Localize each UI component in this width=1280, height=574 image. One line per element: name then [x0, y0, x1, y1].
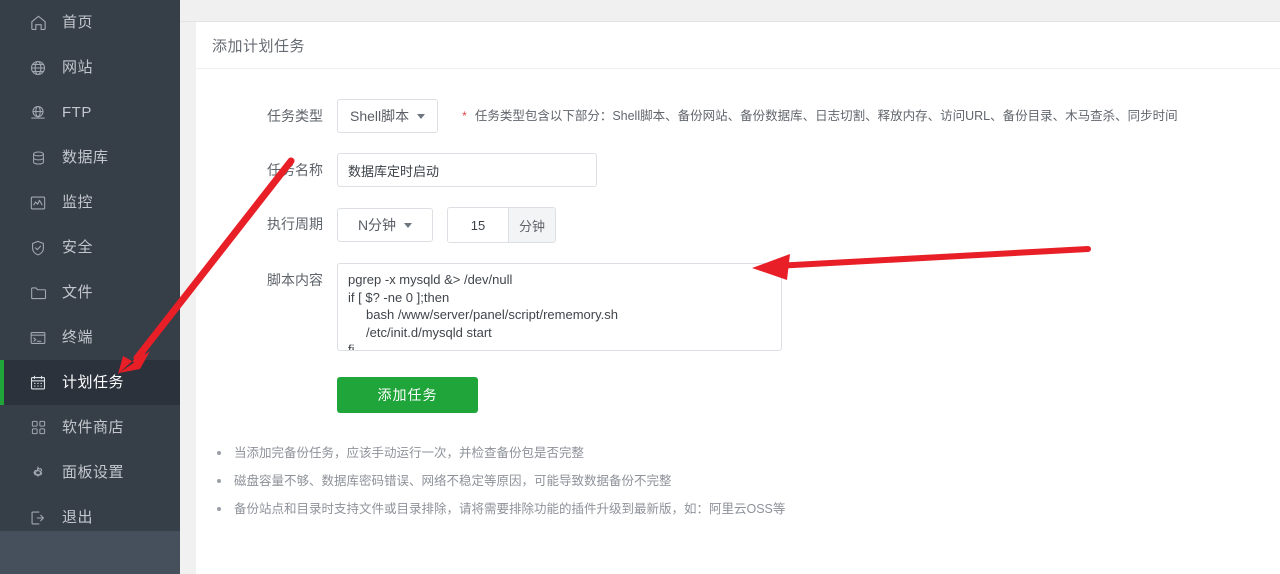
sidebar-item-website[interactable]: 网站	[0, 45, 180, 90]
script-label: 脚本内容	[267, 272, 323, 288]
script-content-textarea[interactable]: pgrep -x mysqld &> /dev/null if [ $? -ne…	[337, 263, 782, 351]
task-type-control: Shell脚本 * 任务类型包含以下部分：Shell脚本、备份网站、备份数据库、…	[337, 99, 1178, 133]
form-row-task-type: 任务类型 Shell脚本 * 任务类型包含以下部分：Shell脚本、备份网站、备…	[196, 99, 1280, 133]
page-title: 添加计划任务	[212, 37, 306, 55]
add-task-form: 任务类型 Shell脚本 * 任务类型包含以下部分：Shell脚本、备份网站、备…	[196, 69, 1280, 413]
sidebar-item-terminal[interactable]: 终端	[0, 315, 180, 360]
cycle-type-select[interactable]: N分钟	[337, 208, 433, 242]
top-bar	[180, 0, 1280, 22]
form-row-script: 脚本内容 pgrep -x mysqld &> /dev/null if [ $…	[196, 263, 1280, 351]
task-name-input[interactable]	[337, 153, 597, 187]
required-asterisk: *	[462, 109, 467, 123]
list-item: 备份站点和目录时支持文件或目录排除，请将需要排除功能的插件升级到最新版，如：阿里…	[212, 495, 1280, 523]
sidebar-item-ftp[interactable]: FTP	[0, 90, 180, 135]
ftp-icon	[28, 103, 48, 123]
terminal-icon	[28, 328, 48, 348]
folder-icon	[28, 283, 48, 303]
sidebar-item-database[interactable]: 数据库	[0, 135, 180, 180]
content-panel: 添加计划任务 任务类型 Shell脚本 * 任务类型包含以下部分：Shell脚本…	[196, 22, 1280, 574]
sidebar-item-label: 首页	[62, 13, 94, 31]
database-icon	[28, 148, 48, 168]
cycle-label: 执行周期	[267, 216, 323, 232]
sidebar-menu: 首页 网站 FTP 数据库 监控 安全 文件 终端 计划任务 软件商店 面板设置…	[0, 0, 180, 531]
cycle-type-select-value: N分钟	[357, 217, 397, 233]
chevron-down-icon	[417, 113, 426, 119]
cycle-interval-group: 分钟	[447, 207, 556, 243]
task-name-control	[337, 153, 597, 187]
task-type-select[interactable]: Shell脚本	[337, 99, 439, 133]
notes-list: 当添加完备份任务，应该手动运行一次，并检查备份包是否完整 磁盘容量不够、数据库密…	[196, 439, 1280, 523]
sidebar-item-label: 退出	[62, 508, 94, 526]
sidebar-item-monitor[interactable]: 监控	[0, 180, 180, 225]
chevron-down-icon	[404, 222, 413, 228]
task-type-hint: 任务类型包含以下部分：Shell脚本、备份网站、备份数据库、日志切割、释放内存、…	[474, 109, 1178, 123]
sidebar-item-appstore[interactable]: 软件商店	[0, 405, 180, 450]
sidebar-item-label: 文件	[62, 283, 94, 301]
add-task-button[interactable]: 添加任务	[337, 377, 478, 413]
sidebar-item-files[interactable]: 文件	[0, 270, 180, 315]
sidebar-item-label: FTP	[62, 103, 92, 121]
sidebar-item-label: 安全	[62, 238, 94, 256]
logout-icon	[28, 508, 48, 528]
task-type-select-value: Shell脚本	[350, 108, 410, 124]
sidebar: 首页 网站 FTP 数据库 监控 安全 文件 终端 计划任务 软件商店 面板设置…	[0, 0, 180, 574]
sidebar-item-logout[interactable]: 退出	[0, 495, 180, 540]
form-row-submit: 添加任务	[196, 377, 1280, 413]
calendar-icon	[28, 373, 48, 393]
sidebar-item-home[interactable]: 首页	[0, 0, 180, 45]
sidebar-item-label: 计划任务	[62, 373, 125, 391]
sidebar-item-security[interactable]: 安全	[0, 225, 180, 270]
sidebar-item-label: 软件商店	[62, 418, 125, 436]
cycle-interval-input[interactable]	[448, 208, 508, 242]
script-control: pgrep -x mysqld &> /dev/null if [ $? -ne…	[337, 263, 782, 351]
sidebar-item-label: 数据库	[62, 148, 109, 166]
sidebar-item-label: 终端	[62, 328, 94, 346]
panel-header: 添加计划任务	[196, 22, 1280, 69]
task-type-label: 任务类型	[267, 108, 323, 124]
submit-control: 添加任务	[337, 377, 478, 413]
sidebar-item-label: 监控	[62, 193, 94, 211]
list-item: 磁盘容量不够、数据库密码错误、网络不稳定等原因，可能导致数据备份不完整	[212, 467, 1280, 495]
cycle-unit-addon: 分钟	[508, 208, 555, 242]
gear-icon	[28, 463, 48, 483]
sidebar-item-settings[interactable]: 面板设置	[0, 450, 180, 495]
sidebar-item-label: 网站	[62, 58, 94, 76]
sidebar-item-label: 面板设置	[62, 463, 125, 481]
home-icon	[28, 13, 48, 33]
cycle-control: N分钟 分钟	[337, 207, 556, 243]
monitor-icon	[28, 193, 48, 213]
form-row-cycle: 执行周期 N分钟 分钟	[196, 207, 1280, 243]
form-row-task-name: 任务名称	[196, 153, 1280, 187]
shield-icon	[28, 238, 48, 258]
sidebar-item-crontab[interactable]: 计划任务	[0, 360, 180, 405]
list-item: 当添加完备份任务，应该手动运行一次，并检查备份包是否完整	[212, 439, 1280, 467]
app-root: 首页 网站 FTP 数据库 监控 安全 文件 终端 计划任务 软件商店 面板设置…	[0, 0, 1280, 574]
grid-icon	[28, 418, 48, 438]
task-name-label: 任务名称	[267, 162, 323, 178]
globe-icon	[28, 58, 48, 78]
